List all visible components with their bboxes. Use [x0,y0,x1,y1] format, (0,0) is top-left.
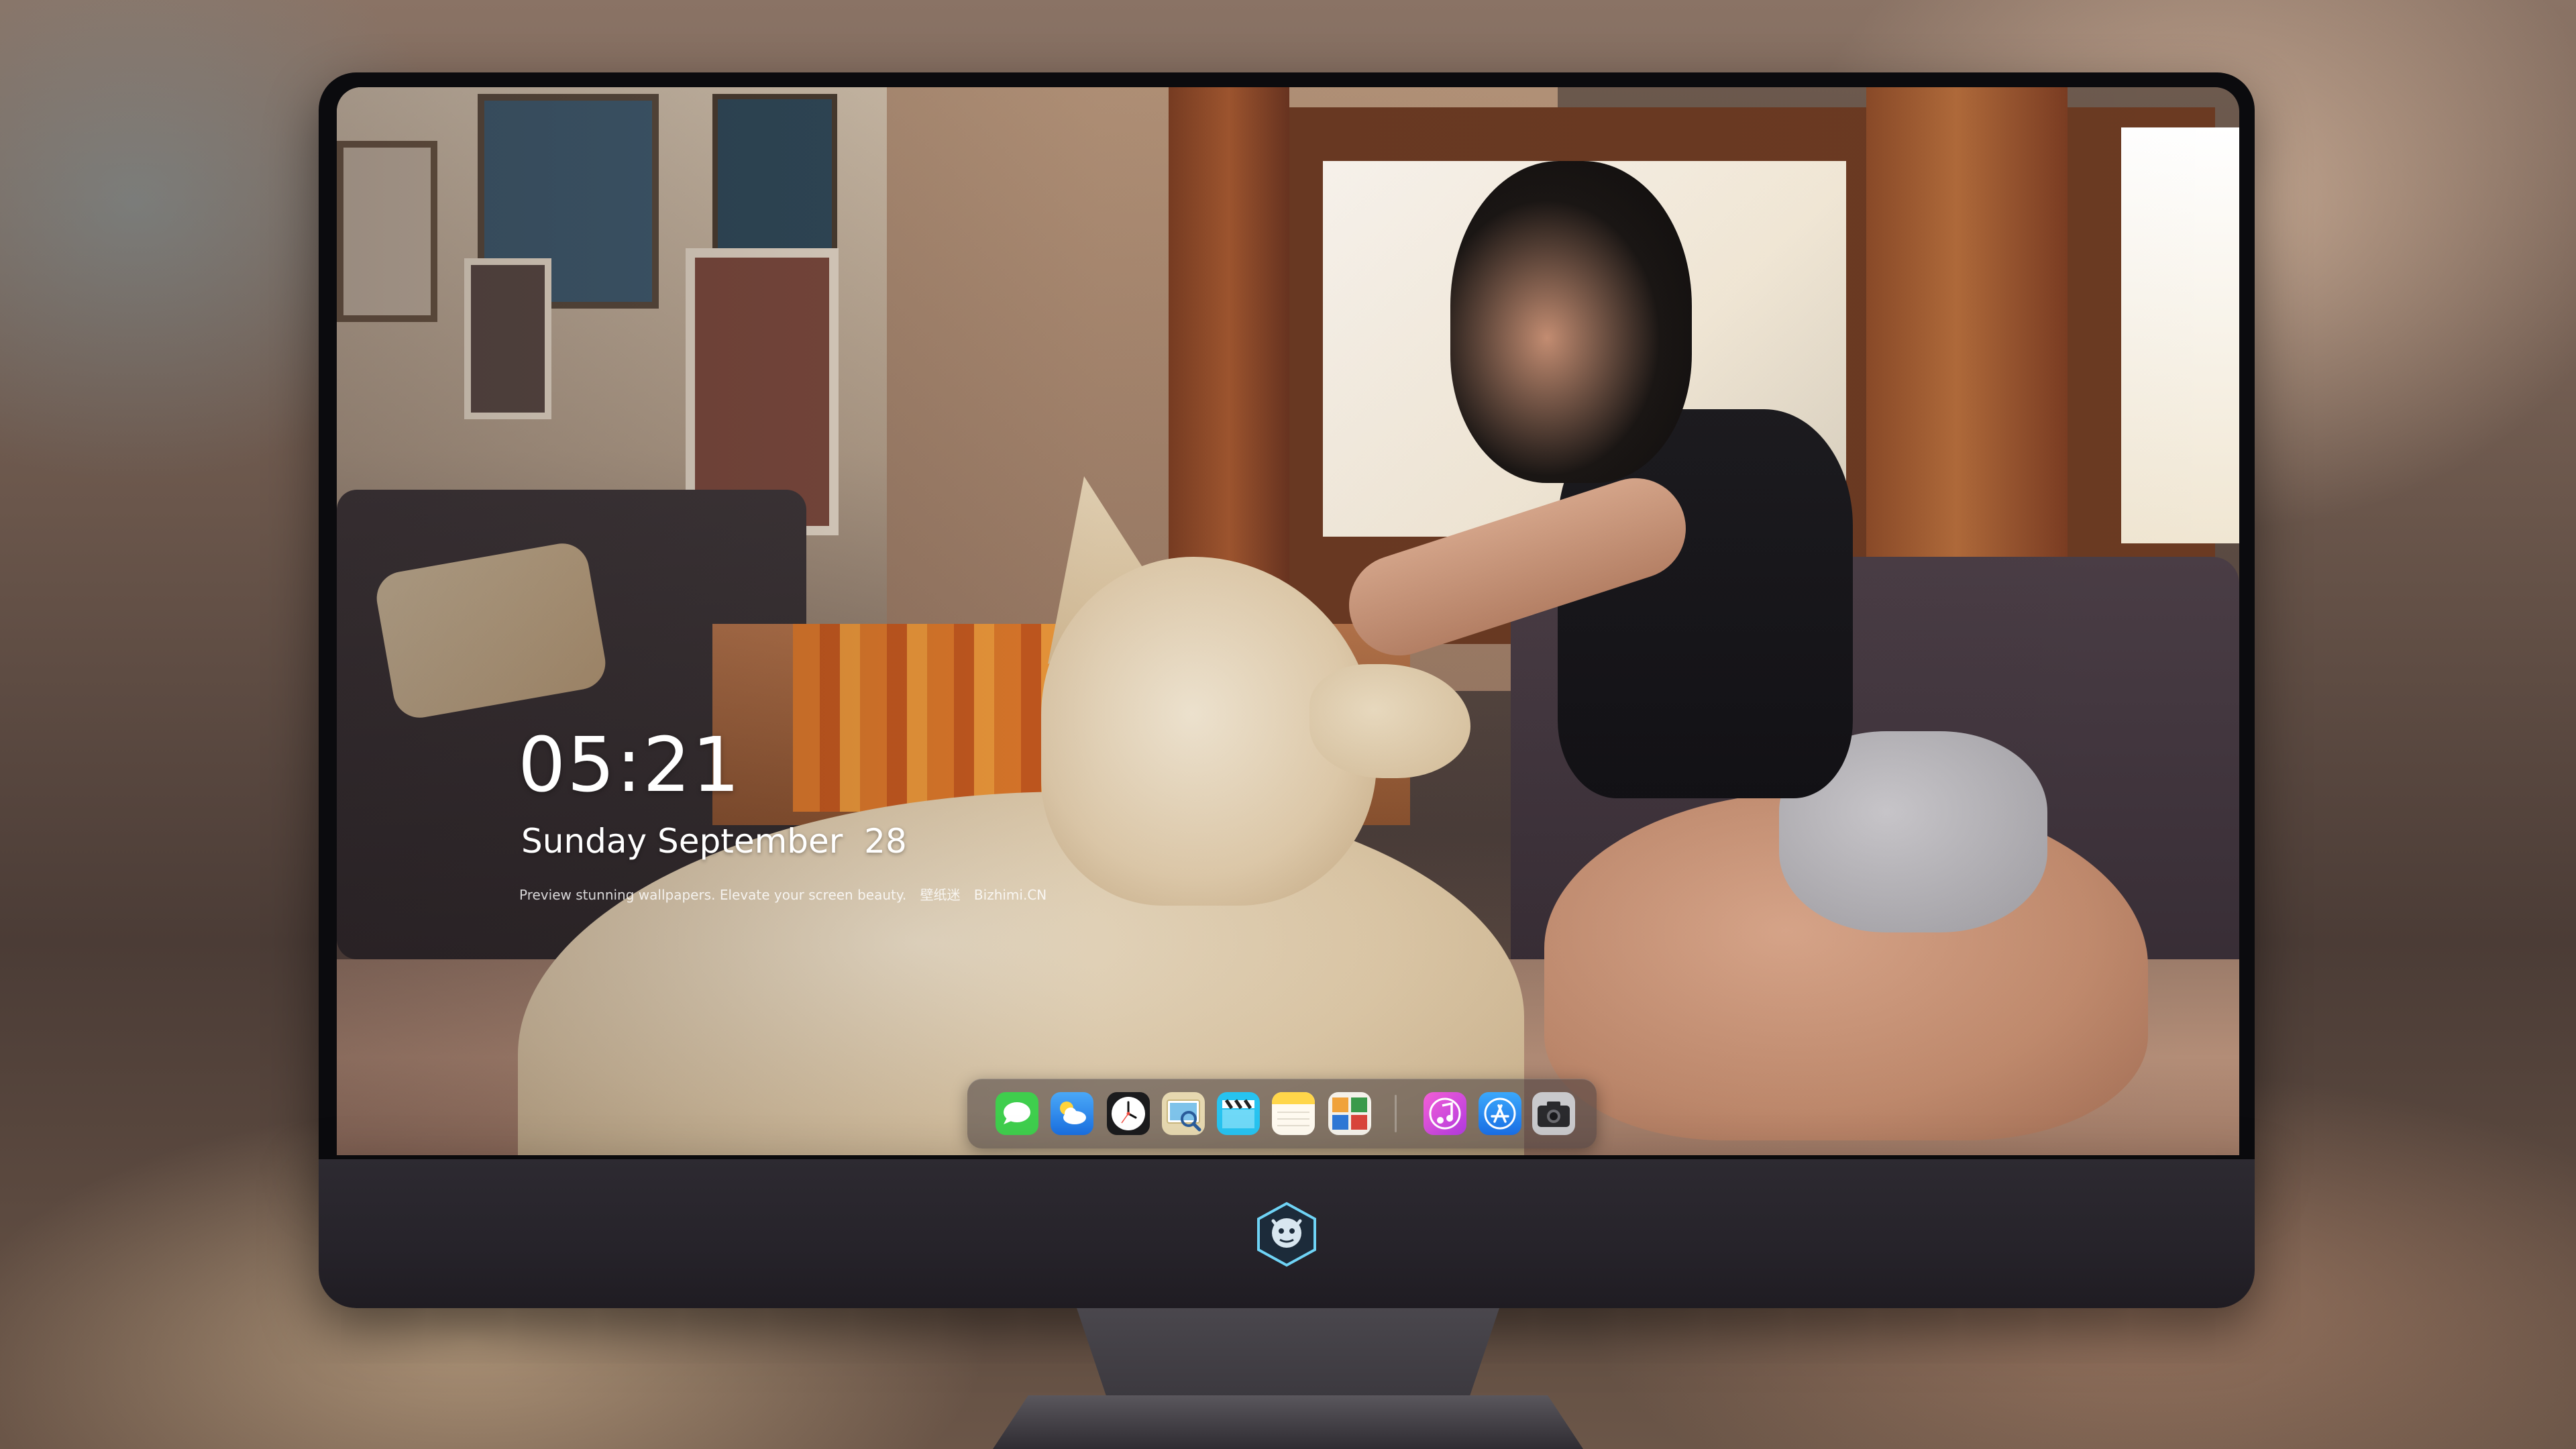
monitor-logo-badge [1253,1201,1320,1268]
dock [967,1079,1597,1148]
monitor-stand-neck [1077,1308,1499,1409]
wallpaper-shade [337,87,2239,1155]
clapperboard-icon[interactable] [1217,1092,1260,1135]
camera-icon[interactable] [1532,1092,1575,1135]
messages-icon[interactable] [996,1092,1038,1135]
monitor-stand-base [993,1395,1583,1449]
weather-icon[interactable] [1051,1092,1093,1135]
dock-divider [1395,1095,1397,1132]
music-icon[interactable] [1424,1092,1466,1135]
preview-icon[interactable] [1162,1092,1205,1135]
tagline-brand-cn: 壁纸迷 [920,887,961,903]
tagline-brand-domain: Bizhimi.CN [973,887,1047,903]
lock-date: Sunday September 28 [521,822,907,861]
notes-icon[interactable] [1272,1092,1315,1135]
lock-clock: 05:21 [518,722,741,809]
photo-booth-icon[interactable] [1328,1092,1371,1135]
tagline-text: Preview stunning wallpapers. Elevate you… [519,887,907,903]
clock-icon[interactable] [1107,1092,1150,1135]
wallpaper-tagline: Preview stunning wallpapers. Elevate you… [519,884,1056,904]
app-store-icon[interactable] [1479,1092,1521,1135]
background-scene: 05:21 Sunday September 28 Preview stunni… [0,0,2576,1449]
desktop-screen: 05:21 Sunday September 28 Preview stunni… [337,87,2239,1155]
